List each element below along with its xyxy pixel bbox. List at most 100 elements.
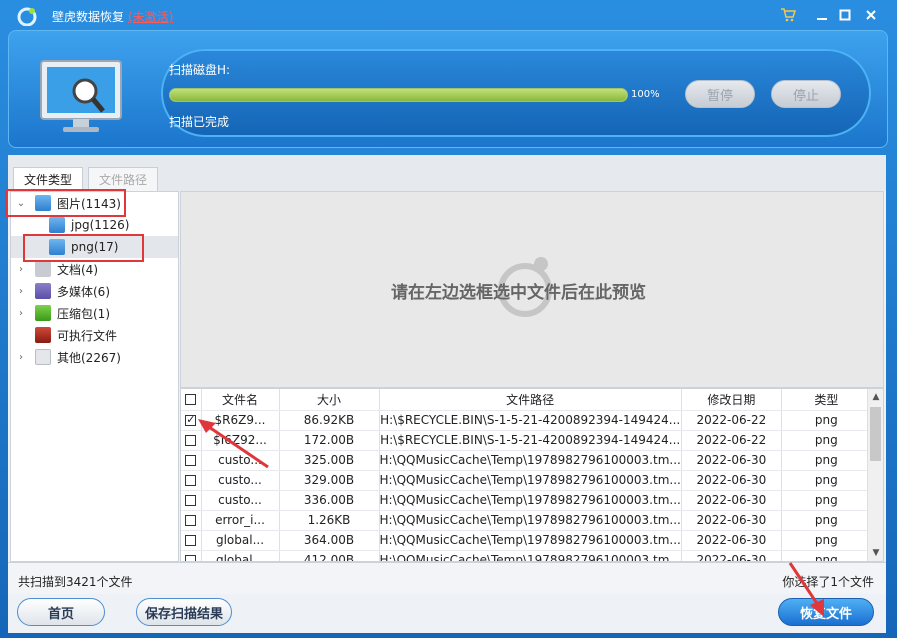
- file-type-cell: png: [781, 430, 872, 451]
- table-row[interactable]: $R6Z9...86.92KBH:\$RECYCLE.BIN\S-1-5-21-…: [181, 410, 872, 431]
- tree-item-jpg[interactable]: jpg(1126): [11, 214, 178, 236]
- tab-file-type[interactable]: 文件类型: [13, 167, 84, 191]
- tree-item-label: 可执行文件: [57, 328, 118, 343]
- scan-progress-bar: [169, 88, 628, 102]
- table-body: $R6Z9...86.92KBH:\$RECYCLE.BIN\S-1-5-21-…: [181, 410, 872, 561]
- file-path-cell: H:\$RECYCLE.BIN\S-1-5-21-4200892394-1494…: [379, 430, 682, 451]
- tree-item-documents[interactable]: › 文档(4): [11, 258, 178, 280]
- file-path-cell: H:\QQMusicCache\Temp\1978982796100003.tm…: [379, 470, 682, 491]
- tree-item-label: 文档(4): [57, 262, 98, 277]
- tree-item-label: png(17): [71, 240, 119, 254]
- tree-item-executables[interactable]: 可执行文件: [11, 324, 178, 346]
- modified-date-cell: 2022-06-30: [681, 450, 782, 471]
- recover-files-button[interactable]: 恢复文件: [778, 598, 874, 626]
- tree-item-media[interactable]: › 多媒体(6): [11, 280, 178, 302]
- file-size-cell: 364.00B: [279, 530, 380, 551]
- chevron-right-icon[interactable]: ›: [15, 351, 27, 363]
- archive-icon: [35, 305, 51, 321]
- modified-date-cell: 2022-06-30: [681, 470, 782, 491]
- row-select-cell[interactable]: [181, 410, 202, 431]
- cart-icon[interactable]: [779, 6, 797, 24]
- column-header-name[interactable]: 文件名: [201, 389, 280, 411]
- table-row[interactable]: custo... 336.00B H:\QQMusicCache\Temp\1978…: [181, 490, 872, 511]
- tree-item-png[interactable]: png(17): [11, 236, 178, 258]
- modified-date-cell: 2022-06-22: [681, 430, 782, 451]
- row-select-cell[interactable]: [181, 470, 202, 491]
- column-header-date[interactable]: 修改日期: [681, 389, 782, 411]
- app-title-text: 壁虎数据恢复: [52, 10, 125, 24]
- modified-date-cell: 2022-06-30: [681, 530, 782, 551]
- row-select-cell[interactable]: [181, 490, 202, 511]
- table-row[interactable]: custo... 325.00B H:\QQMusicCache\Temp\1978…: [181, 450, 872, 471]
- column-header-size[interactable]: 大小: [279, 389, 380, 411]
- file-name-cell: custo...: [201, 490, 280, 511]
- file-path-cell: H:\QQMusicCache\Temp\1978982796100003.tm…: [379, 530, 682, 551]
- file-name-cell: global...: [201, 530, 280, 551]
- scroll-thumb[interactable]: [870, 407, 881, 461]
- chevron-right-icon[interactable]: ›: [15, 307, 27, 319]
- tree-item-archives[interactable]: › 压缩包(1): [11, 302, 178, 324]
- file-path-cell: H:\QQMusicCache\Temp\1978982796100003.tm…: [379, 490, 682, 511]
- table-row[interactable]: custo... 329.00B H:\QQMusicCache\Temp\1978…: [181, 470, 872, 491]
- row-checkbox[interactable]: [185, 555, 197, 561]
- row-select-cell[interactable]: [181, 530, 202, 551]
- main-panel: 文件类型 文件路径 ⌄ 图片(1143) jpg(1126) png(17) ›…: [5, 155, 886, 633]
- table-scrollbar[interactable]: ▲ ▼: [867, 389, 883, 561]
- gecko-logo-icon: [17, 7, 37, 26]
- file-size-cell: 329.00B: [279, 470, 380, 491]
- tree-item-images[interactable]: ⌄ 图片(1143): [11, 192, 178, 214]
- row-select-cell[interactable]: [181, 450, 202, 471]
- table-row[interactable]: global... 412.00B H:\QQMusicCache\Temp\197…: [181, 550, 872, 561]
- modified-date-cell: 2022-06-30: [681, 550, 782, 561]
- table-row[interactable]: error_i... 1.26KB H:\QQMusicCache\Temp\197…: [181, 510, 872, 531]
- row-checkbox[interactable]: [185, 435, 197, 446]
- stop-button[interactable]: 停止: [771, 80, 841, 108]
- tab-file-path[interactable]: 文件路径: [88, 167, 159, 191]
- scan-progress-fill: [170, 89, 627, 101]
- scroll-up-icon[interactable]: ▲: [868, 389, 883, 405]
- row-select-cell[interactable]: [181, 550, 202, 561]
- table-header-row: 文件名 大小 文件路径 修改日期 类型: [181, 389, 872, 411]
- file-type-cell: png: [781, 530, 872, 551]
- row-checkbox[interactable]: [185, 495, 197, 506]
- file-name-cell: error_i...: [201, 510, 280, 531]
- row-checkbox[interactable]: [185, 413, 197, 426]
- file-name-cell: custo...: [201, 450, 280, 471]
- row-checkbox[interactable]: [185, 455, 197, 466]
- table-row[interactable]: $I6Z92... 172.00B H:\$RECYCLE.BIN\S-1-5-21…: [181, 430, 872, 451]
- tree-item-other[interactable]: › 其他(2267): [11, 346, 178, 368]
- row-checkbox[interactable]: [185, 535, 197, 546]
- document-icon: [35, 261, 51, 277]
- selected-count-text: 你选择了1个文件: [782, 575, 874, 589]
- table-row[interactable]: global... 364.00B H:\QQMusicCache\Temp\197…: [181, 530, 872, 551]
- home-button[interactable]: 首页: [17, 598, 105, 626]
- minimize-icon[interactable]: [813, 6, 831, 24]
- file-size-cell: 86.92KB: [279, 410, 380, 431]
- chevron-right-icon[interactable]: ›: [15, 263, 27, 275]
- select-all-cell[interactable]: [181, 389, 202, 411]
- row-select-cell[interactable]: [181, 510, 202, 531]
- scroll-down-icon[interactable]: ▼: [868, 545, 883, 561]
- modified-date-cell: 2022-06-22: [681, 410, 782, 431]
- file-type-tree: ⌄ 图片(1143) jpg(1126) png(17) › 文档(4) › 多…: [5, 189, 179, 562]
- pause-button[interactable]: 暂停: [685, 80, 755, 108]
- row-checkbox[interactable]: [185, 475, 197, 486]
- column-header-type[interactable]: 类型: [781, 389, 872, 411]
- column-header-path[interactable]: 文件路径: [379, 389, 682, 411]
- scan-count-text: 共扫描到3421个文件: [18, 575, 133, 589]
- row-select-cell[interactable]: [181, 430, 202, 451]
- file-name-cell: $I6Z92...: [201, 430, 280, 451]
- modified-date-cell: 2022-06-30: [681, 510, 782, 531]
- chevron-right-icon[interactable]: ›: [15, 285, 27, 297]
- file-size-cell: 1.26KB: [279, 510, 380, 531]
- close-icon[interactable]: [862, 6, 880, 24]
- save-scan-results-button[interactable]: 保存扫描结果: [136, 598, 232, 626]
- file-type-cell: png: [781, 470, 872, 491]
- other-file-icon: [35, 349, 51, 365]
- chevron-down-icon[interactable]: ⌄: [15, 197, 27, 209]
- maximize-icon[interactable]: [836, 6, 854, 24]
- tree-item-label: 多媒体(6): [57, 284, 110, 299]
- select-all-checkbox[interactable]: [185, 394, 197, 406]
- activation-link[interactable]: (未激活): [128, 10, 173, 24]
- row-checkbox[interactable]: [185, 515, 197, 526]
